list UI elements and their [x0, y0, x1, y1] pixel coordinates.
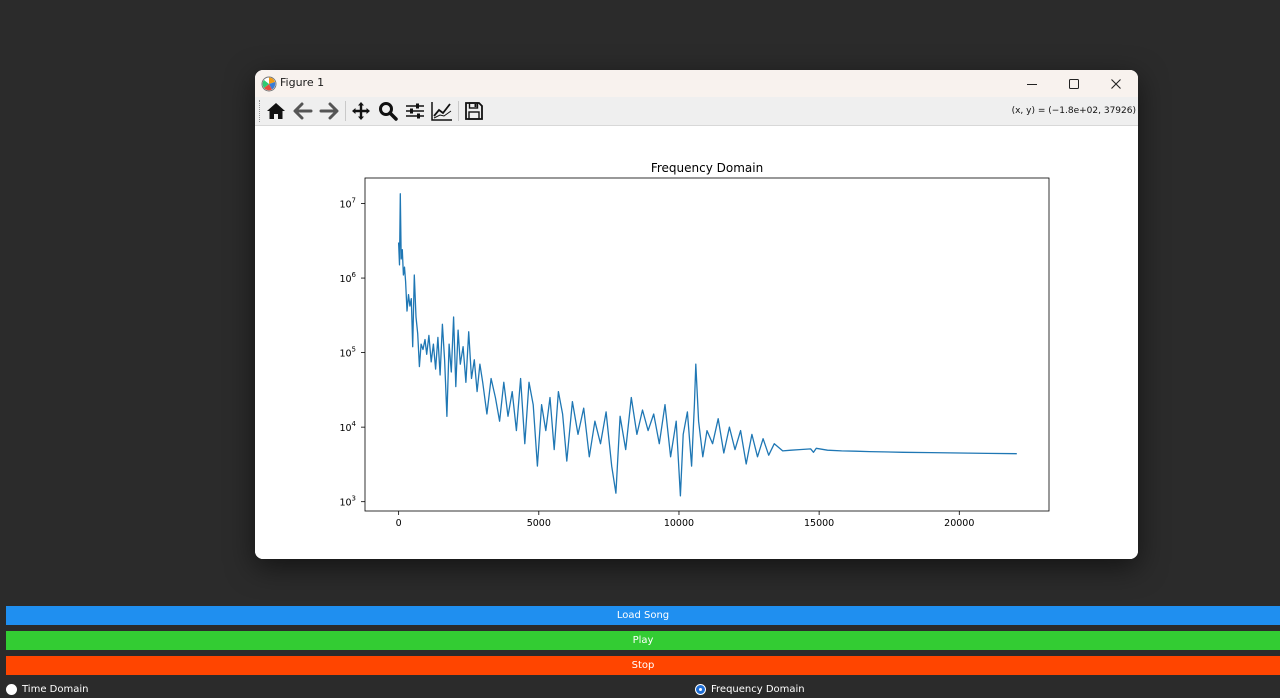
close-icon: [1111, 78, 1121, 89]
spectrum-line: [397, 193, 1017, 497]
y-tick-exponent: 6: [352, 271, 357, 279]
frequency-domain-option[interactable]: Frequency Domain: [695, 683, 805, 696]
y-tick-label: 105: [339, 346, 356, 360]
y-tick-exponent: 3: [352, 495, 356, 503]
y-tick-exponent: 7: [352, 197, 356, 205]
minimize-button[interactable]: [1011, 70, 1053, 97]
window-title: Figure 1: [280, 76, 325, 89]
toolbar-separator: [458, 101, 459, 121]
y-tick-base: 10: [339, 498, 351, 509]
y-tick-base: 10: [339, 200, 351, 211]
maximize-icon: [1069, 78, 1079, 89]
y-tick-label: 107: [339, 197, 356, 211]
y-tick-label: 106: [339, 271, 356, 285]
home-button[interactable]: [264, 100, 288, 122]
x-tick-label: 15000: [804, 518, 834, 529]
sliders-icon: [406, 103, 424, 119]
arrow-right-icon: [319, 102, 339, 120]
move-icon: [352, 102, 370, 120]
figure-window: Figure 1 (x, y) = (−1.8e+02, 37926) Freq…: [255, 70, 1138, 559]
matplotlib-app-icon: [261, 76, 277, 92]
back-button[interactable]: [291, 100, 315, 122]
load-song-button[interactable]: Load Song: [6, 606, 1280, 625]
time-domain-label: Time Domain: [22, 684, 89, 695]
forward-button[interactable]: [317, 100, 341, 122]
home-icon: [267, 103, 285, 119]
toolbar-grip: [259, 100, 261, 122]
x-tick-label: 10000: [664, 518, 694, 529]
y-tick-exponent: 4: [352, 420, 357, 428]
floppy-disk-icon: [465, 102, 483, 120]
time-domain-radio[interactable]: [6, 684, 17, 695]
y-tick-base: 10: [339, 349, 351, 360]
toolbar-separator: [345, 101, 346, 121]
y-tick-label: 103: [339, 495, 356, 509]
zoom-button[interactable]: [376, 100, 400, 122]
line-chart-icon: [431, 102, 452, 121]
edit-axis-button[interactable]: [430, 100, 454, 122]
time-domain-option[interactable]: Time Domain: [6, 683, 88, 696]
arrow-left-icon: [293, 102, 313, 120]
stop-button[interactable]: Stop: [6, 656, 1280, 675]
coordinates-readout: (x, y) = (−1.8e+02, 37926): [1011, 106, 1136, 116]
magnifier-icon: [379, 102, 398, 121]
x-tick-label: 20000: [944, 518, 974, 529]
configure-subplots-button[interactable]: [403, 100, 427, 122]
save-button[interactable]: [462, 100, 486, 122]
pan-button[interactable]: [349, 100, 373, 122]
maximize-button[interactable]: [1053, 70, 1095, 97]
minimize-icon: [1027, 83, 1037, 85]
y-tick-base: 10: [339, 423, 351, 434]
chart-title: Frequency Domain: [651, 161, 763, 175]
x-tick-label: 5000: [527, 518, 551, 529]
x-tick-label: 0: [396, 518, 402, 529]
y-tick-exponent: 5: [352, 346, 356, 354]
y-tick-base: 10: [339, 274, 351, 285]
y-tick-label: 104: [339, 420, 356, 434]
frequency-domain-chart[interactable]: Frequency Domain 0 5000 10000 15000 20000103…: [255, 126, 1138, 559]
title-bar[interactable]: Figure 1: [255, 70, 1138, 97]
frequency-domain-label: Frequency Domain: [711, 684, 805, 695]
play-button[interactable]: Play: [6, 631, 1280, 650]
frequency-domain-radio[interactable]: [695, 684, 706, 695]
navigation-toolbar: (x, y) = (−1.8e+02, 37926): [255, 97, 1138, 126]
close-button[interactable]: [1095, 70, 1137, 97]
figure-canvas[interactable]: Frequency Domain 0 5000 10000 15000 20000 103…: [255, 126, 1138, 559]
